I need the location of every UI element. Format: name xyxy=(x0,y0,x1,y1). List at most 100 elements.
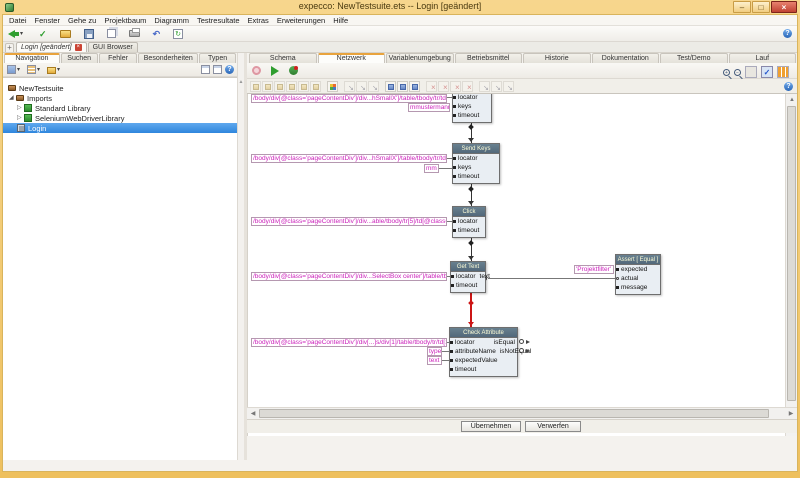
tree-item-selenium-library[interactable]: ▷ SeleniumWebDriverLibrary xyxy=(3,113,237,123)
value-step5-expectedvalue[interactable]: text xyxy=(427,356,442,365)
insert-loop-icon[interactable] xyxy=(286,81,297,92)
menu-extras[interactable]: Extras xyxy=(244,16,273,25)
tab-schema[interactable]: Schema xyxy=(249,53,317,63)
pin-timeout[interactable]: timeout xyxy=(450,365,517,374)
pin-keys[interactable]: keys xyxy=(453,102,491,111)
tab-login[interactable]: Login [geändert] × xyxy=(16,42,87,52)
add-tab-button[interactable]: + xyxy=(5,43,14,52)
tab-typen[interactable]: Typen xyxy=(199,53,236,63)
pin-expectedvalue[interactable]: expectedValue xyxy=(450,356,517,365)
collapse-all-button[interactable] xyxy=(213,65,222,74)
new-item-menu-button[interactable]: ▾ xyxy=(5,64,22,76)
insert-alternative-icon[interactable] xyxy=(274,81,285,92)
save-button[interactable] xyxy=(82,27,96,41)
view-menu-button[interactable]: ▾ xyxy=(25,64,42,76)
pin-expected[interactable]: expected xyxy=(616,265,660,274)
node-click[interactable]: Click locator timeout xyxy=(452,206,486,238)
apply-button[interactable]: Übernehmen xyxy=(461,421,521,432)
insert-wrapper-icon[interactable] xyxy=(298,81,309,92)
debug-icon[interactable] xyxy=(289,66,298,75)
node-get-text[interactable]: Get Text locatortext timeout xyxy=(450,261,486,293)
folder-menu-button[interactable]: ▾ xyxy=(45,64,62,76)
node-check-attribute[interactable]: Check Attribute locatorisEqual attribute… xyxy=(449,327,518,377)
insert-compound-icon[interactable] xyxy=(262,81,273,92)
menu-gehe-zu[interactable]: Gehe zu xyxy=(64,16,100,25)
tree-item-newtestsuite[interactable]: NewTestsuite xyxy=(3,83,237,93)
pin-locator[interactable]: locatorisEqual xyxy=(450,338,517,347)
value-step4-locator[interactable]: /body/div[@class='pageContentDiv']/div..… xyxy=(251,272,447,281)
zoom-in-icon[interactable]: + xyxy=(723,69,730,76)
scroll-up-icon[interactable]: ▲ xyxy=(786,94,797,106)
pin-locator[interactable]: locatortext xyxy=(451,272,485,281)
play-icon[interactable] xyxy=(271,66,279,76)
tab-netzwerk[interactable]: Netzwerk xyxy=(318,53,386,63)
pin-actual[interactable]: actual xyxy=(616,274,660,283)
print-button[interactable] xyxy=(127,27,142,41)
remove-pin-icon[interactable] xyxy=(438,81,449,92)
pin-timeout[interactable]: timeout xyxy=(453,111,491,120)
collapsed-expander-icon[interactable]: ▷ xyxy=(17,114,22,121)
node-assert-equal[interactable]: Assert [ Equal ] expected actual message xyxy=(615,254,661,295)
value-step2-locator[interactable]: /body/div[@class='pageContentDiv']/div..… xyxy=(251,154,447,163)
pin-right-icon[interactable] xyxy=(491,81,502,92)
remove-value-icon[interactable] xyxy=(450,81,461,92)
connect-auto-icon[interactable] xyxy=(409,81,420,92)
close-button[interactable]: × xyxy=(771,1,797,13)
tab-test-demo[interactable]: Test/Demo xyxy=(660,53,728,63)
select-mode-button[interactable]: ✓ xyxy=(761,66,773,78)
record-icon[interactable] xyxy=(252,66,261,75)
auto-layout-icon[interactable] xyxy=(327,81,338,92)
tree-item-standard-library[interactable]: ▷ Standard Library xyxy=(3,103,237,113)
remove-all-icon[interactable] xyxy=(462,81,473,92)
reload-browser-button[interactable]: ↻ xyxy=(171,27,185,41)
pin-swap-icon[interactable] xyxy=(503,81,514,92)
pin-left-icon[interactable] xyxy=(479,81,490,92)
discard-button[interactable]: Verwerfen xyxy=(525,421,581,432)
pin-locator[interactable]: locator xyxy=(453,94,491,102)
tree-help-button[interactable]: ? xyxy=(225,65,234,74)
tab-dokumentation[interactable]: Dokumentation xyxy=(592,53,660,63)
menu-projektbaum[interactable]: Projektbaum xyxy=(100,16,150,25)
menu-hilfe[interactable]: Hilfe xyxy=(329,16,352,25)
tab-fehler[interactable]: Fehler xyxy=(99,53,138,63)
value-step1-locator[interactable]: /body/div[@class='pageContentDiv']/div..… xyxy=(251,94,447,103)
fit-view-button[interactable] xyxy=(745,66,757,78)
tab-gui-browser[interactable]: GUI Browser xyxy=(88,42,138,52)
insert-step-icon[interactable] xyxy=(250,81,261,92)
project-tree[interactable]: NewTestsuite ◢ Imports ▷ Standard Librar… xyxy=(3,77,237,460)
pin-add-icon[interactable] xyxy=(344,81,355,92)
node-send-keys[interactable]: Send Keys locator keys timeout xyxy=(452,143,500,184)
new-window-button[interactable] xyxy=(105,27,118,41)
accept-button[interactable]: ✓ xyxy=(37,27,49,41)
minimize-button[interactable]: – xyxy=(733,1,751,13)
tab-navigation[interactable]: Navigation xyxy=(4,53,60,63)
undo-button[interactable]: ↶ xyxy=(151,27,163,41)
canvas-vertical-scrollbar[interactable]: ▲ ▼ xyxy=(785,94,797,436)
back-menu-caret[interactable]: ▾ xyxy=(20,30,23,37)
pin-timeout[interactable]: timeout xyxy=(451,281,485,290)
connect-pins-icon[interactable] xyxy=(385,81,396,92)
open-button[interactable] xyxy=(58,27,73,41)
pin-down-icon[interactable] xyxy=(368,81,379,92)
value-step5-locator[interactable]: /body/div[@class='pageContentDiv']/div[.… xyxy=(251,338,447,347)
scrollbar-thumb[interactable] xyxy=(259,409,769,418)
node-step-1[interactable]: locator keys timeout xyxy=(452,94,492,123)
tree-item-login[interactable]: Login xyxy=(3,123,237,133)
remove-connection-icon[interactable] xyxy=(426,81,437,92)
pin-locator[interactable]: locator xyxy=(453,217,485,226)
value-step5-attributename[interactable]: type xyxy=(427,347,442,356)
tree-item-imports[interactable]: ◢ Imports xyxy=(3,93,237,103)
tab-lauf[interactable]: Lauf xyxy=(729,53,797,63)
collapsed-expander-icon[interactable]: ▷ xyxy=(17,104,22,111)
menu-testresultate[interactable]: Testresultate xyxy=(193,16,244,25)
tab-betriebsmittel[interactable]: Betriebsmittel xyxy=(455,53,523,63)
scrollbar-thumb[interactable] xyxy=(787,106,796,401)
pin-up-icon[interactable] xyxy=(356,81,367,92)
expand-all-button[interactable] xyxy=(201,65,210,74)
pin-keys[interactable]: keys xyxy=(453,163,499,172)
connect-value-icon[interactable] xyxy=(397,81,408,92)
tab-suchen[interactable]: Suchen xyxy=(61,53,98,63)
pin-attributename[interactable]: attributeNameisNotEqual xyxy=(450,347,517,356)
grid-snap-button[interactable] xyxy=(777,66,789,78)
menu-erweiterungen[interactable]: Erweiterungen xyxy=(273,16,329,25)
